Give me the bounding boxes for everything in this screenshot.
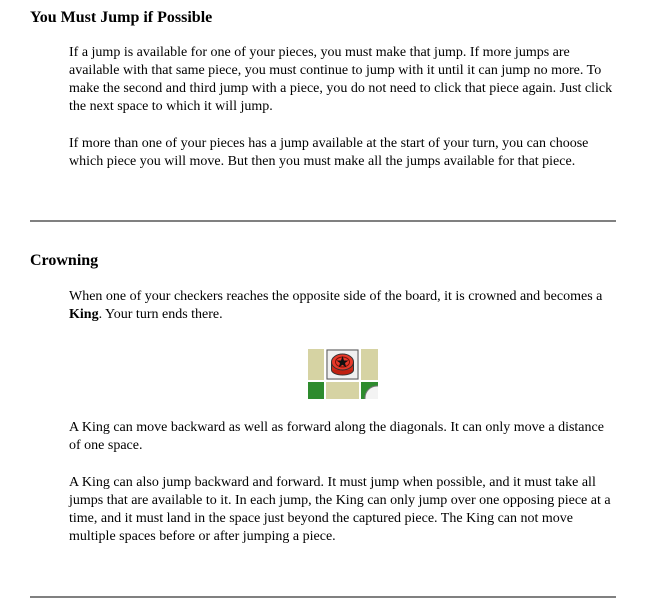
board-square <box>308 349 324 380</box>
king-checker-icon <box>326 349 359 380</box>
section-heading-jump: You Must Jump if Possible <box>30 9 213 26</box>
section-divider <box>30 220 616 222</box>
crowning-board-illustration <box>308 349 378 399</box>
board-square-king <box>326 349 359 380</box>
king-term: King <box>69 307 99 322</box>
crowning-text-post: . Your turn ends there. <box>98 307 223 322</box>
crowning-paragraph-1: When one of your checkers reaches the op… <box>69 288 617 324</box>
crowning-text-pre: When one of your checkers reaches the op… <box>69 289 603 304</box>
crowning-paragraph-3: A King can also jump backward and forwar… <box>69 475 611 544</box>
checker-edge-icon <box>361 382 378 399</box>
section-divider <box>30 596 616 598</box>
jump-paragraph-2: If more than one of your pieces has a ju… <box>69 136 589 169</box>
jump-paragraph-1: If a jump is available for one of your p… <box>69 45 613 114</box>
board-square <box>361 349 378 380</box>
board-square <box>326 382 359 399</box>
section-heading-crowning: Crowning <box>30 252 99 269</box>
board-square-partial-piece <box>361 382 378 399</box>
board-square <box>308 382 324 399</box>
crowning-paragraph-2: A King can move backward as well as forw… <box>69 420 604 453</box>
